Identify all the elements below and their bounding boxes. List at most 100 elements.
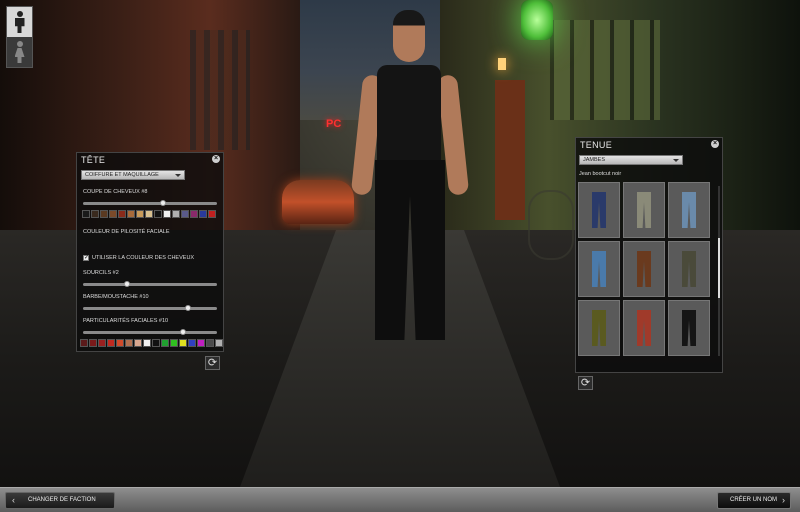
character-head	[393, 10, 425, 62]
outfit-panel-close-icon[interactable]: ×	[711, 140, 719, 148]
outfit-item-tile[interactable]	[623, 241, 665, 297]
color-swatch[interactable]	[134, 339, 142, 347]
pants-icon	[592, 310, 606, 346]
outfit-item-tile[interactable]	[578, 182, 620, 238]
bottom-bar: ‹ CHANGER DE FACTION CRÉER UN NOM ›	[0, 487, 800, 512]
color-swatch[interactable]	[197, 339, 205, 347]
color-swatch[interactable]	[199, 210, 207, 218]
head-panel-close-icon[interactable]: ×	[212, 155, 220, 163]
hair-style-slider-handle[interactable]	[159, 200, 166, 206]
color-swatch[interactable]	[80, 339, 88, 347]
red-door	[495, 80, 525, 220]
color-swatch[interactable]	[116, 339, 124, 347]
color-swatch[interactable]	[109, 210, 117, 218]
color-swatch[interactable]	[136, 210, 144, 218]
color-swatch[interactable]	[145, 210, 153, 218]
pants-icon	[682, 192, 696, 228]
pants-icon	[682, 251, 696, 287]
head-panel: TÊTE × COIFFURE ET MAQUILLAGE COUPE DE C…	[76, 152, 224, 352]
head-category-dropdown[interactable]: COIFFURE ET MAQUILLAGE	[81, 170, 185, 180]
green-lantern	[521, 0, 553, 40]
color-swatch[interactable]	[170, 339, 178, 347]
color-swatch[interactable]	[208, 210, 216, 218]
hair-color-swatches	[82, 210, 216, 218]
create-name-label: CRÉER UN NOM	[730, 497, 778, 503]
male-button[interactable]	[7, 7, 32, 37]
facial-features-slider-handle[interactable]	[180, 329, 187, 335]
chevron-right-icon: ›	[782, 495, 785, 505]
color-swatch[interactable]	[190, 210, 198, 218]
pants-icon	[637, 310, 651, 346]
head-category-value: COIFFURE ET MAQUILLAGE	[85, 172, 159, 178]
neon-sign: PC	[326, 118, 342, 130]
color-swatch[interactable]	[161, 339, 169, 347]
use-hair-color-checkbox[interactable]: ✓	[83, 255, 89, 261]
color-swatch[interactable]	[118, 210, 126, 218]
female-button[interactable]	[7, 37, 32, 67]
pants-icon	[637, 251, 651, 287]
bicycle	[528, 190, 574, 260]
color-swatch[interactable]	[143, 339, 151, 347]
outfit-item-tile[interactable]	[578, 300, 620, 356]
color-swatch[interactable]	[125, 339, 133, 347]
beard-label: BARBE/MOUSTACHE #10	[83, 294, 149, 300]
color-swatch[interactable]	[100, 210, 108, 218]
color-swatch[interactable]	[215, 339, 223, 347]
chevron-down-icon	[175, 174, 181, 177]
hair-style-slider[interactable]	[83, 200, 217, 206]
eyebrows-label: SOURCILS #2	[83, 270, 119, 276]
facial-features-label: PARTICULARITÉS FACIALES #10	[83, 318, 169, 324]
facial-features-slider[interactable]	[83, 329, 217, 335]
player-character[interactable]	[350, 10, 470, 340]
pants-icon	[637, 192, 651, 228]
color-swatch[interactable]	[89, 339, 97, 347]
outfit-item-tile[interactable]	[668, 182, 710, 238]
use-hair-color-label: UTILISER LA COULEUR DES CHEVEUX	[92, 255, 195, 261]
parked-car	[282, 180, 354, 224]
color-swatch[interactable]	[107, 339, 115, 347]
selected-item-name: Jean bootcut noir	[579, 171, 622, 177]
color-swatch[interactable]	[206, 339, 214, 347]
color-swatch[interactable]	[154, 210, 162, 218]
outfit-scrollbar-thumb[interactable]	[718, 238, 720, 298]
color-swatch[interactable]	[163, 210, 171, 218]
beard-slider-handle[interactable]	[185, 305, 192, 311]
change-faction-label: CHANGER DE FACTION	[28, 497, 96, 503]
color-swatch[interactable]	[172, 210, 180, 218]
color-swatch[interactable]	[152, 339, 160, 347]
eyebrows-slider[interactable]	[83, 281, 217, 287]
wall-lamp	[498, 58, 506, 70]
outfit-panel-title: TENUE	[580, 140, 613, 150]
gender-selector	[6, 6, 33, 68]
color-swatch[interactable]	[82, 210, 90, 218]
character-legs	[375, 160, 445, 340]
pants-icon	[592, 251, 606, 287]
chevron-down-icon	[673, 159, 679, 162]
character-torso	[377, 65, 441, 165]
facial-hair-color-label: COULEUR DE PILOSITÉ FACIALE	[83, 229, 170, 235]
color-swatch[interactable]	[181, 210, 189, 218]
outfit-category-value: JAMBES	[583, 157, 606, 163]
head-panel-title: TÊTE	[81, 155, 106, 165]
outfit-item-tile[interactable]	[668, 300, 710, 356]
male-figure-icon	[14, 11, 26, 33]
feature-color-swatches	[80, 339, 223, 347]
color-swatch[interactable]	[98, 339, 106, 347]
outfit-reset-button[interactable]: ⟳	[578, 376, 593, 390]
outfit-item-tile[interactable]	[623, 182, 665, 238]
color-swatch[interactable]	[127, 210, 135, 218]
outfit-category-dropdown[interactable]: JAMBES	[579, 155, 683, 165]
color-swatch[interactable]	[179, 339, 187, 347]
outfit-item-tile[interactable]	[668, 241, 710, 297]
eyebrows-slider-handle[interactable]	[123, 281, 130, 287]
outfit-item-tile[interactable]	[623, 300, 665, 356]
head-reset-button[interactable]: ⟳	[205, 356, 220, 370]
change-faction-button[interactable]: ‹ CHANGER DE FACTION	[5, 492, 115, 509]
color-swatch[interactable]	[91, 210, 99, 218]
hair-style-label: COUPE DE CHEVEUX #8	[83, 189, 148, 195]
beard-slider[interactable]	[83, 305, 217, 311]
outfit-item-tile[interactable]	[578, 241, 620, 297]
female-figure-icon	[14, 41, 26, 63]
create-name-button[interactable]: CRÉER UN NOM ›	[717, 492, 791, 509]
color-swatch[interactable]	[188, 339, 196, 347]
